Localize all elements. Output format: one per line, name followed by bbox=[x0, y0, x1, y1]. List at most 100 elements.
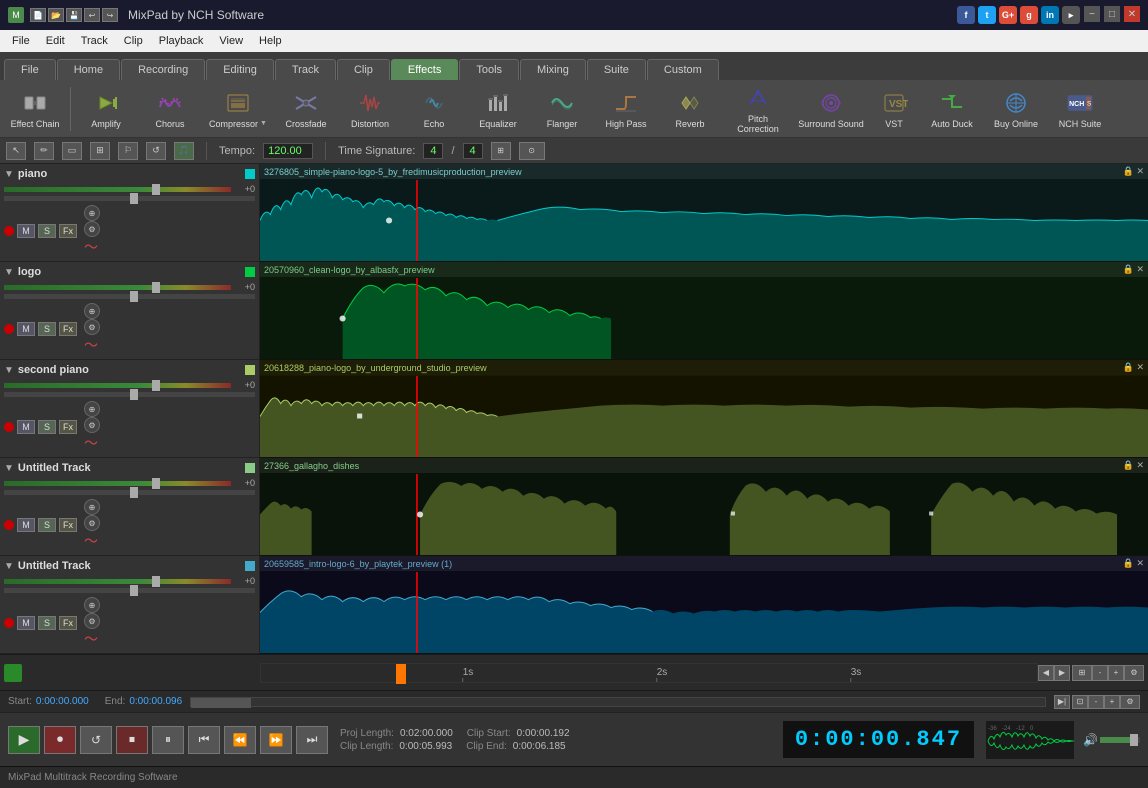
clip-area-piano[interactable]: 3276805_simple-piano-logo-5_by_fredimusi… bbox=[260, 164, 1148, 262]
tab-file[interactable]: File bbox=[4, 59, 56, 80]
track-volume-fader-logo[interactable] bbox=[4, 285, 231, 290]
time-sig-btn[interactable]: ⊞ bbox=[491, 142, 511, 160]
loop-button[interactable]: ↺ bbox=[80, 726, 112, 754]
track-pan-fader-u1[interactable] bbox=[4, 490, 255, 495]
tab-suite[interactable]: Suite bbox=[587, 59, 646, 80]
end-button[interactable]: ⏭ bbox=[296, 726, 328, 754]
solo-btn-u2[interactable]: S bbox=[38, 616, 56, 630]
zoom-out-btn[interactable]: - bbox=[1092, 665, 1108, 681]
solo-btn-sp[interactable]: S bbox=[38, 420, 56, 434]
track-volume-fader-u1[interactable] bbox=[4, 481, 231, 486]
tab-custom[interactable]: Custom bbox=[647, 59, 719, 80]
track-settings-sp[interactable]: ⚙ bbox=[84, 417, 100, 433]
mute-btn-logo[interactable]: M bbox=[17, 322, 35, 336]
more-icon[interactable]: ▸ bbox=[1062, 6, 1080, 24]
track-volume-thumb-sp[interactable] bbox=[152, 380, 160, 391]
solo-btn-logo[interactable]: S bbox=[38, 322, 56, 336]
track-volume-thumb-logo[interactable] bbox=[152, 282, 160, 293]
loop-tool[interactable]: ↺ bbox=[146, 142, 166, 160]
tab-effects[interactable]: Effects bbox=[391, 59, 458, 80]
fx-btn-sp[interactable]: Fx bbox=[59, 420, 77, 434]
track-link-piano[interactable]: ⊕ bbox=[84, 205, 100, 221]
tab-recording[interactable]: Recording bbox=[121, 59, 205, 80]
linkedin-icon[interactable]: in bbox=[1041, 6, 1059, 24]
vst-button[interactable]: VST VST bbox=[869, 83, 919, 135]
pencil-tool[interactable]: ✏ bbox=[34, 142, 54, 160]
track-pan-fader-piano[interactable] bbox=[4, 196, 255, 201]
track-settings-u1[interactable]: ⚙ bbox=[84, 515, 100, 531]
playhead-indicator[interactable] bbox=[396, 664, 406, 684]
reverb-button[interactable]: Reverb bbox=[659, 83, 721, 135]
volume-slider[interactable] bbox=[1100, 737, 1140, 743]
surround-sound-button[interactable]: Surround Sound bbox=[795, 83, 867, 135]
zoom-fit-btn[interactable]: ⊞ bbox=[1072, 665, 1092, 681]
close-button[interactable]: ✕ bbox=[1124, 6, 1140, 22]
tab-tools[interactable]: Tools bbox=[459, 59, 519, 80]
snap-tool[interactable]: ⊞ bbox=[90, 142, 110, 160]
scroll-end-btn[interactable]: ▶| bbox=[1054, 695, 1070, 709]
stop-button[interactable]: ⏹ bbox=[116, 726, 148, 754]
scroll-left-btn[interactable]: ◀ bbox=[1038, 665, 1054, 681]
track-volume-fader-piano[interactable] bbox=[4, 187, 231, 192]
mute-btn-piano[interactable]: M bbox=[17, 224, 35, 238]
nch-suite-button[interactable]: NCH S NCH Suite bbox=[1049, 83, 1111, 135]
compressor-button[interactable]: Compressor ▼ bbox=[203, 83, 273, 135]
track-volume-thumb-u2[interactable] bbox=[152, 576, 160, 587]
track-link-u1[interactable]: ⊕ bbox=[84, 499, 100, 515]
track-volume-fader-sp[interactable] bbox=[4, 383, 231, 388]
record-button[interactable]: ⏺ bbox=[44, 726, 76, 754]
track-settings-logo[interactable]: ⚙ bbox=[84, 319, 100, 335]
track-settings-piano[interactable]: ⚙ bbox=[84, 221, 100, 237]
rewind-button[interactable]: ⏮ bbox=[188, 726, 220, 754]
track-record-u1[interactable] bbox=[4, 520, 14, 530]
zoom-minus-btn[interactable]: - bbox=[1088, 695, 1104, 709]
prev-button[interactable]: ⏪ bbox=[224, 726, 256, 754]
track-pan-thumb-piano[interactable] bbox=[130, 193, 138, 204]
high-pass-button[interactable]: High Pass bbox=[595, 83, 657, 135]
equalizer-button[interactable]: Equalizer bbox=[467, 83, 529, 135]
pause-button[interactable]: ⏸ bbox=[152, 726, 184, 754]
track-volume-thumb-piano[interactable] bbox=[152, 184, 160, 195]
flanger-button[interactable]: Flanger bbox=[531, 83, 593, 135]
fx-btn-piano[interactable]: Fx bbox=[59, 224, 77, 238]
track-link-u2[interactable]: ⊕ bbox=[84, 597, 100, 613]
amplify-button[interactable]: Amplify bbox=[75, 83, 137, 135]
track-settings-u2[interactable]: ⚙ bbox=[84, 613, 100, 629]
minimize-button[interactable]: − bbox=[1084, 6, 1100, 22]
clip-area-second-piano[interactable]: 20618288_piano-logo_by_underground_studi… bbox=[260, 360, 1148, 458]
track-pan-fader-sp[interactable] bbox=[4, 392, 255, 397]
track-expand-piano[interactable]: ▼ bbox=[4, 169, 14, 180]
zoom-tool[interactable]: ⚐ bbox=[118, 142, 138, 160]
open-btn[interactable]: 📂 bbox=[48, 8, 64, 22]
track-record-sp[interactable] bbox=[4, 422, 14, 432]
clip-area-intro[interactable]: 20659585_intro-logo-6_by_playtek_preview… bbox=[260, 556, 1148, 654]
menu-help[interactable]: Help bbox=[251, 33, 290, 49]
master-volume[interactable]: 🔊 bbox=[1083, 733, 1140, 747]
google-icon[interactable]: G+ bbox=[999, 6, 1017, 24]
menu-playback[interactable]: Playback bbox=[151, 33, 212, 49]
zoom-plus-btn[interactable]: + bbox=[1104, 695, 1120, 709]
menu-track[interactable]: Track bbox=[73, 33, 116, 49]
scroll-thumb[interactable] bbox=[191, 698, 251, 708]
redo-btn[interactable]: ↪ bbox=[102, 8, 118, 22]
fx-btn-u2[interactable]: Fx bbox=[59, 616, 77, 630]
play-button[interactable]: ▶ bbox=[8, 726, 40, 754]
track-link-logo[interactable]: ⊕ bbox=[84, 303, 100, 319]
track-expand-untitled1[interactable]: ▼ bbox=[4, 463, 14, 474]
auto-duck-button[interactable]: Auto Duck bbox=[921, 83, 983, 135]
select-tool[interactable]: ▭ bbox=[62, 142, 82, 160]
volume-thumb[interactable] bbox=[1130, 734, 1138, 746]
distortion-button[interactable]: Distortion bbox=[339, 83, 401, 135]
undo-btn[interactable]: ↩ bbox=[84, 8, 100, 22]
buy-online-button[interactable]: Buy Online bbox=[985, 83, 1047, 135]
timeline-ruler[interactable]: 1s 2s 3s bbox=[260, 663, 1038, 683]
solo-btn-piano[interactable]: S bbox=[38, 224, 56, 238]
track-volume-thumb-u1[interactable] bbox=[152, 478, 160, 489]
track-pan-thumb-sp[interactable] bbox=[130, 389, 138, 400]
track-link-sp[interactable]: ⊕ bbox=[84, 401, 100, 417]
new-btn[interactable]: 📄 bbox=[30, 8, 46, 22]
mute-btn-sp[interactable]: M bbox=[17, 420, 35, 434]
tab-track[interactable]: Track bbox=[275, 59, 336, 80]
echo-button[interactable]: Echo bbox=[403, 83, 465, 135]
menu-edit[interactable]: Edit bbox=[38, 33, 73, 49]
